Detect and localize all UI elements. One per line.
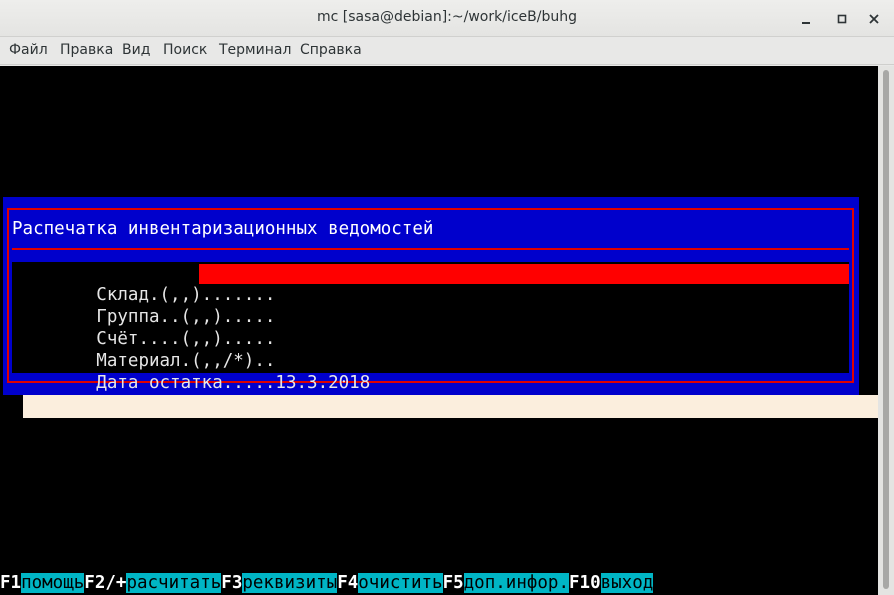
- fkey-f2-button[interactable]: расчитать: [126, 573, 222, 593]
- fkey-f4-key: F4: [337, 573, 359, 593]
- menu-file[interactable]: Файл: [9, 42, 48, 58]
- window-titlebar: mc [sasa@debian]:~/work/iceB/buhg: [0, 0, 894, 37]
- fkey-f3-button[interactable]: реквизиты: [242, 573, 338, 593]
- fkey-f10-key: F10: [569, 573, 601, 593]
- fkey-f1-key: F1: [0, 573, 22, 593]
- close-icon: [869, 14, 879, 24]
- dialog-fields: Склад.(,,)....... Группа..(,,)..... Счёт…: [12, 262, 849, 393]
- fkey-f4-button[interactable]: очистить: [358, 573, 443, 593]
- dialog-separator: [12, 248, 849, 250]
- minimize-button[interactable]: [795, 8, 817, 30]
- terminal-scrollbar[interactable]: [878, 66, 894, 595]
- fkey-f1-button[interactable]: помощь: [21, 573, 85, 593]
- menu-search[interactable]: Поиск: [163, 42, 207, 58]
- field-group[interactable]: Группа..(,,).....: [12, 284, 849, 327]
- field-account[interactable]: Счёт....(,,).....: [12, 306, 849, 349]
- field-warehouse[interactable]: Склад.(,,).......: [12, 262, 849, 305]
- close-button[interactable]: [863, 8, 885, 30]
- balance-date-input[interactable]: 13.3.2018: [275, 373, 370, 393]
- fkey-f5-key: F5: [442, 573, 464, 593]
- terminal-area[interactable]: Распечатка инвентаризационных ведомостей…: [0, 66, 881, 595]
- menu-edit[interactable]: Правка: [60, 42, 113, 58]
- warehouse-input[interactable]: [199, 264, 849, 284]
- menu-terminal[interactable]: Терминал: [219, 42, 291, 58]
- menu-view[interactable]: Вид: [122, 42, 150, 58]
- window-title: mc [sasa@debian]:~/work/iceB/buhg: [317, 9, 577, 25]
- field-balance-date[interactable]: Дата остатка.....13.3.2018: [12, 350, 849, 393]
- function-key-bar: F1помощьF2/+расчитатьF3реквизитыF4очисти…: [0, 572, 654, 595]
- fkey-f10-button[interactable]: выход: [600, 573, 654, 593]
- field-material[interactable]: Материал.(,,/*)..: [12, 328, 849, 371]
- minimize-icon: [802, 22, 810, 24]
- scrollbar-thumb[interactable]: [883, 70, 889, 589]
- maximize-button[interactable]: [831, 8, 853, 30]
- dialog-shadow: [23, 395, 881, 418]
- print-dialog: Распечатка инвентаризационных ведомостей…: [3, 197, 859, 395]
- fkey-f5-button[interactable]: доп.инфор.: [463, 573, 569, 593]
- fkey-f3-key: F3: [221, 573, 243, 593]
- menu-help[interactable]: Справка: [300, 42, 362, 58]
- maximize-icon: [837, 14, 847, 24]
- field-label: Дата остатка.....: [96, 373, 276, 393]
- dialog-title: Распечатка инвентаризационных ведомостей: [12, 219, 434, 239]
- fkey-f2-key: F2/+: [84, 573, 127, 593]
- menubar: Файл Правка Вид Поиск Терминал Справка: [0, 37, 894, 65]
